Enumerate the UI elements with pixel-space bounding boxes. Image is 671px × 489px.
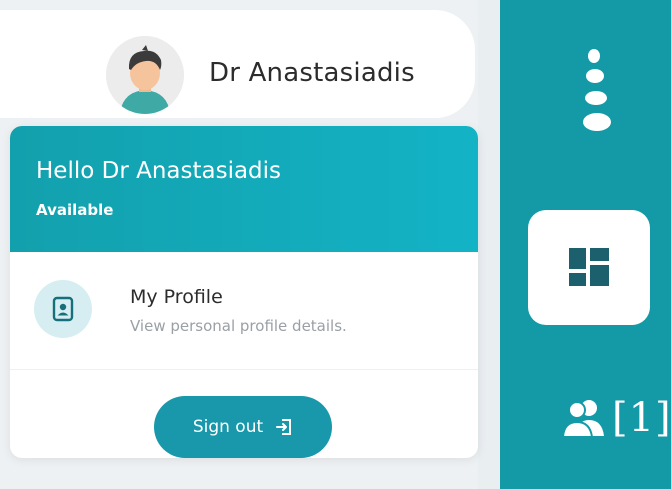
availability-status: Available — [36, 201, 114, 219]
user-dropdown-menu: Hello Dr Anastasiadis Available My Profi… — [10, 126, 478, 458]
sign-out-button[interactable]: Sign out — [154, 396, 332, 458]
dashboard-nav-button[interactable] — [528, 210, 650, 325]
menu-item-my-profile[interactable]: My Profile View personal profile details… — [10, 252, 478, 370]
vertical-dots-icon[interactable] — [578, 48, 614, 134]
dashboard-grid-icon — [569, 248, 609, 286]
app-screen: Dr Anastasiadis Hello Dr Anastasiadis Av… — [0, 0, 671, 489]
greeting-text: Hello Dr Anastasiadis — [36, 158, 282, 184]
sign-out-label: Sign out — [192, 417, 264, 437]
menu-item-title: My Profile — [130, 286, 223, 308]
user-menu-toggle[interactable]: Dr Anastasiadis — [0, 10, 475, 118]
users-group-icon — [562, 400, 604, 438]
dropdown-header: Hello Dr Anastasiadis Available — [10, 126, 478, 252]
right-sidebar: [1] — [500, 0, 671, 489]
profile-card-icon — [34, 280, 92, 338]
user-avatar-icon — [106, 36, 184, 114]
divider-gutter — [478, 0, 500, 489]
sign-out-icon — [276, 419, 292, 435]
group-nav-item[interactable]: [1] — [562, 388, 671, 448]
menu-item-subtitle: View personal profile details. — [130, 317, 347, 335]
user-display-name: Dr Anastasiadis — [209, 58, 415, 88]
group-count: [1] — [612, 395, 671, 441]
